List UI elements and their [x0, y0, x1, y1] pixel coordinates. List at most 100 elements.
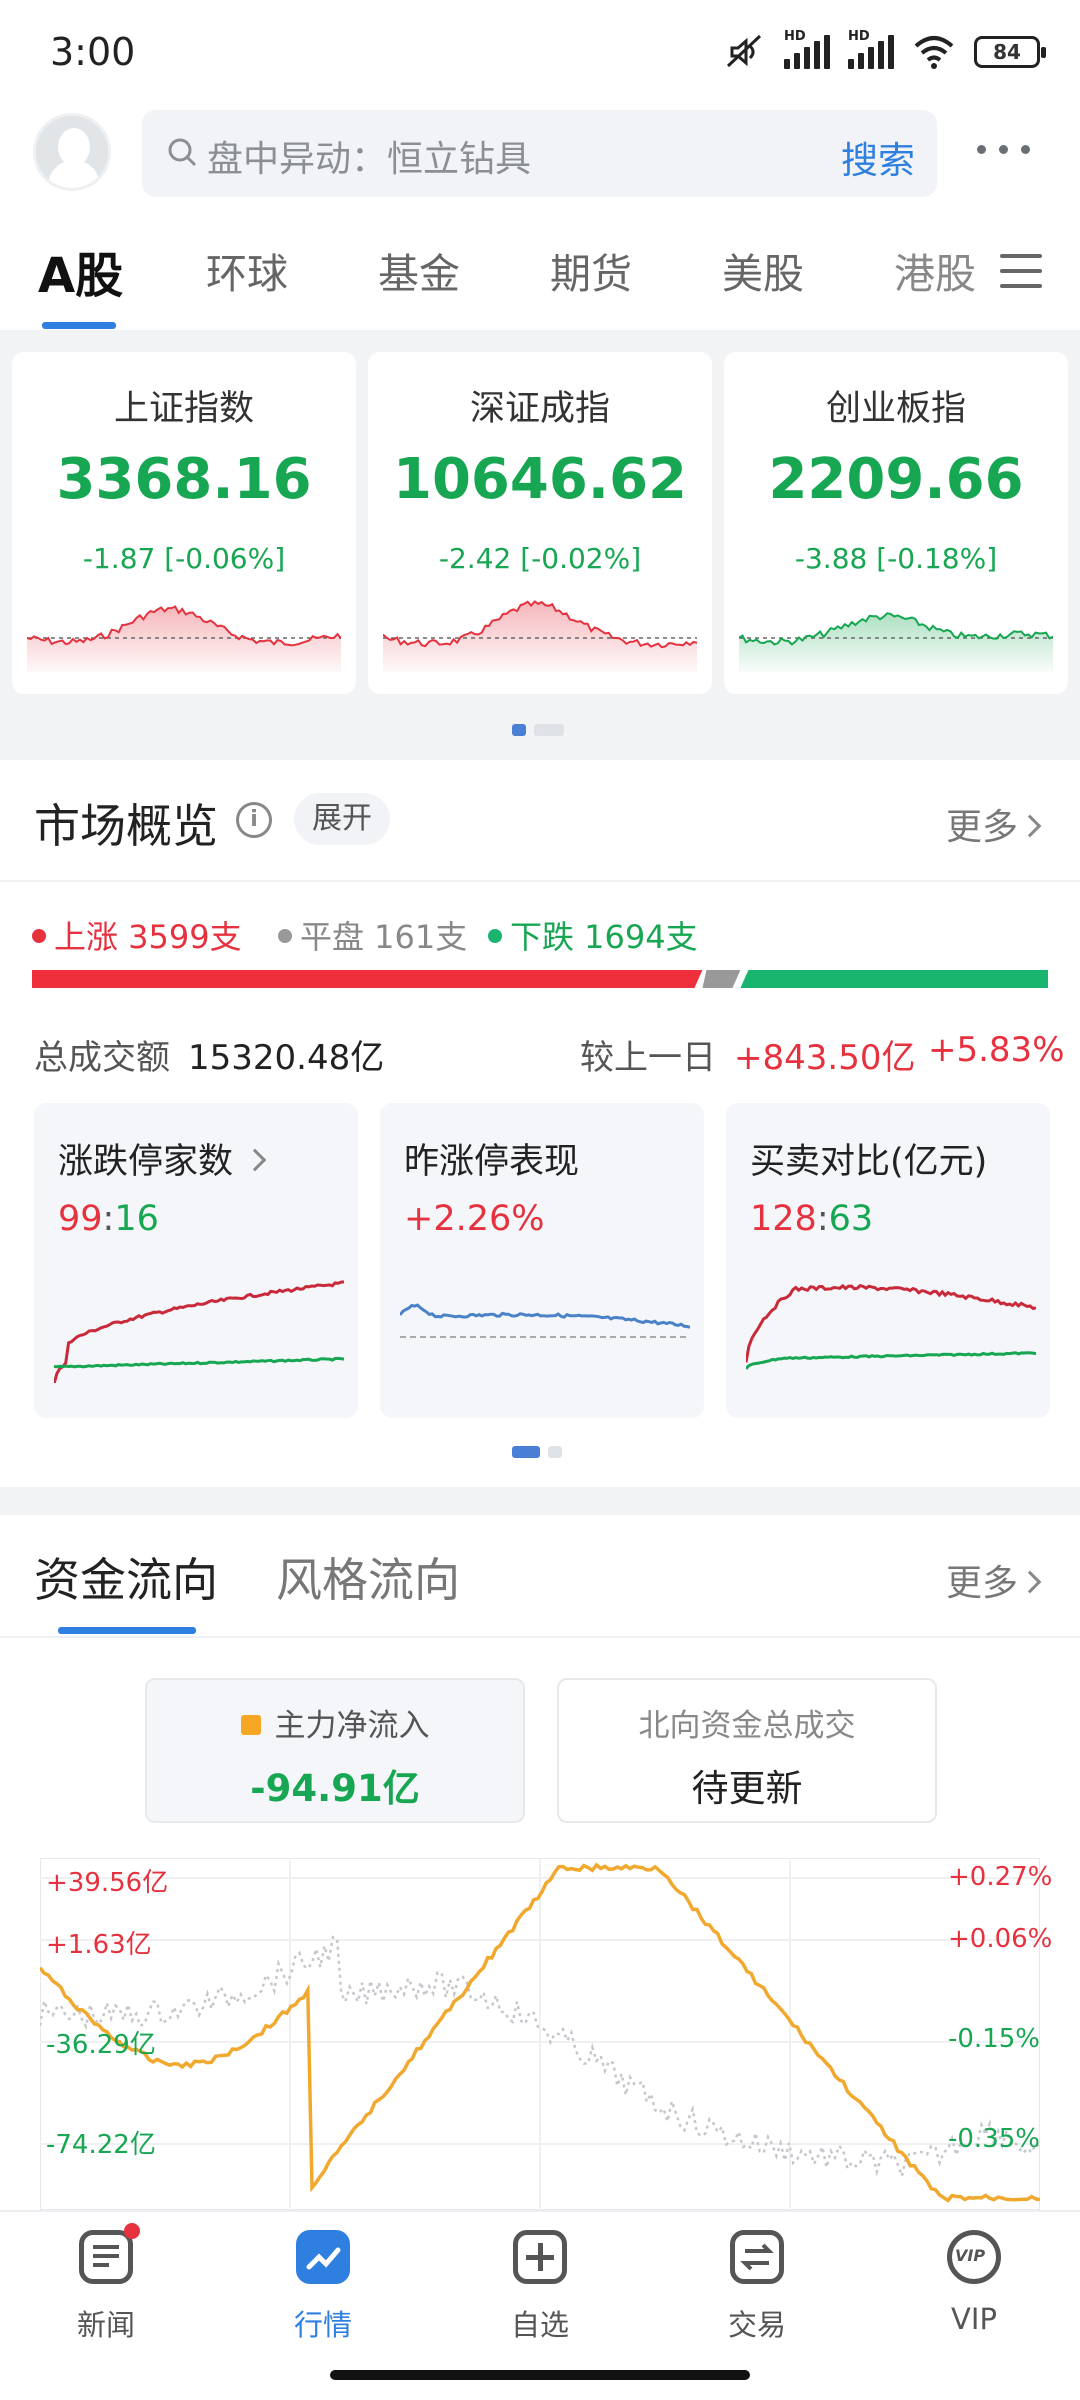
index-card-sz[interactable]: 深证成指 10646.62 -2.42 [-0.02%] — [368, 352, 712, 694]
more-label: 更多 — [946, 1563, 1019, 1604]
rise-label: 上涨 3599支 — [54, 918, 242, 956]
index-value: 2209.66 — [768, 447, 1024, 512]
tab-futures[interactable]: 期货 — [550, 240, 632, 300]
sell-line — [746, 1351, 1036, 1370]
nav-market[interactable]: 行情 — [263, 2230, 383, 2344]
index-name: 深证成指 — [469, 389, 610, 429]
yesterday-chart — [400, 1303, 690, 1338]
fall-label: 下跌 1694支 — [510, 918, 698, 956]
limit-card[interactable]: 涨跌停家数 99:16 — [34, 1103, 358, 1418]
nav-watchlist[interactable]: 自选 — [480, 2230, 600, 2344]
yesterday-limit-card[interactable]: 昨涨停表现 +2.26% — [380, 1103, 704, 1418]
active-tab-indicator — [42, 322, 116, 329]
search-placeholder: 盘中异动：恒立钻具 — [207, 139, 532, 180]
nav-vip[interactable]: VIP VIP — [914, 2230, 1034, 2336]
tab-capital-flow[interactable]: 资金流向 — [34, 1544, 218, 1610]
compare-label: 较上一日 — [580, 1038, 716, 1078]
index-page-dots — [512, 724, 564, 736]
turnover-label: 总成交额 — [34, 1038, 170, 1078]
flat-bar — [702, 970, 741, 988]
limit-card-title: 涨跌停家数 — [58, 1142, 234, 1182]
y-left-label: +39.56亿 — [46, 1868, 169, 1898]
active-tab-indicator — [58, 1627, 196, 1634]
capital-flow-chart — [40, 1858, 1040, 2210]
yday-line — [400, 1303, 690, 1329]
menu-icon[interactable] — [1000, 254, 1042, 288]
hd-label-2: HD — [848, 29, 870, 44]
separator: : — [102, 1199, 115, 1239]
northbound-label: 北向资金总成交 — [638, 1708, 856, 1744]
nav-label: 新闻 — [76, 2308, 135, 2342]
orange-legend-swatch — [240, 1714, 261, 1735]
separator: : — [816, 1199, 829, 1239]
tab-a-shares[interactable]: A股 — [38, 236, 123, 306]
index-sparkline — [27, 605, 341, 672]
market-tabs: A股 环球 基金 期货 美股 港股 — [0, 240, 1080, 330]
trend-chart-icon — [296, 2230, 350, 2284]
expand-button[interactable]: 展开 — [294, 793, 390, 845]
card-value: 99:16 — [58, 1199, 159, 1239]
main-label-text: 主力净流入 — [274, 1708, 430, 1744]
mute-icon — [726, 34, 762, 68]
sparkline-area — [739, 613, 1053, 672]
nav-label: VIP — [951, 2302, 997, 2336]
chevron-right-icon — [1018, 1570, 1042, 1594]
more-options-icon[interactable] — [975, 130, 1035, 170]
card-title: 昨涨停表现 — [404, 1142, 580, 1182]
tab-style-flow[interactable]: 风格流向 — [276, 1544, 460, 1610]
nav-news[interactable]: 新闻 — [46, 2223, 166, 2344]
status-icons: HD HD 84 — [722, 29, 1046, 74]
tab-us-stocks[interactable]: 美股 — [722, 240, 804, 300]
fall-bar — [740, 970, 1048, 988]
index-name: 上证指数 — [113, 389, 254, 429]
northbound-box[interactable]: 北向资金总成交 待更新 — [557, 1678, 937, 1823]
status-time: 3:00 — [50, 30, 136, 74]
more-label: 更多 — [946, 807, 1019, 848]
info-icon[interactable]: i — [236, 802, 272, 838]
tab-funds[interactable]: 基金 — [378, 240, 460, 300]
index-change: -3.88 [-0.18%] — [794, 542, 998, 575]
y-right-label: -0.35% — [948, 2124, 1040, 2154]
avatar[interactable] — [33, 113, 111, 191]
card-title: 涨跌停家数 — [58, 1133, 267, 1184]
divider — [0, 880, 1080, 882]
compare-pct: +5.83% — [928, 1030, 1065, 1070]
limit-down: 16 — [114, 1199, 159, 1239]
search-input[interactable]: 盘中异动：恒立钻具 搜索 — [142, 110, 937, 197]
index-sparkline — [739, 612, 1053, 672]
limit-up: 99 — [58, 1199, 103, 1239]
main-inflow-box[interactable]: 主力净流入 -94.91亿 — [145, 1678, 525, 1823]
index-value: 10646.62 — [392, 447, 688, 512]
chevron-right-icon — [1018, 814, 1042, 838]
turnover-value: 15320.48亿 — [188, 1038, 385, 1078]
flow-more-link[interactable]: 更多 — [946, 1554, 1042, 1606]
tab-hk-stocks[interactable]: 港股 — [894, 240, 976, 300]
card-value: +2.26% — [404, 1199, 545, 1239]
search-button[interactable]: 搜索 — [841, 130, 915, 184]
index-sparkline — [383, 600, 697, 672]
hd-label: HD — [784, 29, 806, 44]
fall-count: 下跌 1694支 — [488, 912, 698, 958]
news-icon — [79, 2223, 140, 2284]
index-name: 创业板指 — [825, 389, 966, 429]
flat-count: 平盘 161支 — [278, 912, 467, 958]
rise-count: 上涨 3599支 — [32, 912, 242, 958]
index-card-cyb[interactable]: 创业板指 2209.66 -3.88 [-0.18%] — [724, 352, 1068, 694]
y-right-label: +0.27% — [948, 1862, 1053, 1892]
home-indicator — [330, 2370, 750, 2380]
main-inflow-value: -94.91亿 — [250, 1767, 420, 1810]
index-card-sh[interactable]: 上证指数 3368.16 -1.87 [-0.06%] — [12, 352, 356, 694]
market-overview-title: 市场概览 — [34, 799, 218, 853]
limit-down-line — [54, 1356, 344, 1369]
limit-chart — [54, 1280, 344, 1383]
vip-icon: VIP — [947, 2230, 1001, 2284]
main-inflow-label: 主力净流入 — [147, 1700, 523, 1745]
market-more-link[interactable]: 更多 — [946, 798, 1042, 850]
tab-global[interactable]: 环球 — [206, 240, 288, 300]
y-left-label: -74.22亿 — [46, 2130, 156, 2160]
card-value: 128:63 — [750, 1199, 873, 1239]
buy-sell-card[interactable]: 买卖对比(亿元) 128:63 — [726, 1103, 1050, 1418]
nav-trade[interactable]: 交易 — [697, 2230, 817, 2344]
signal-icon: HD — [784, 29, 830, 69]
y-right-label: -0.15% — [948, 2024, 1040, 2054]
